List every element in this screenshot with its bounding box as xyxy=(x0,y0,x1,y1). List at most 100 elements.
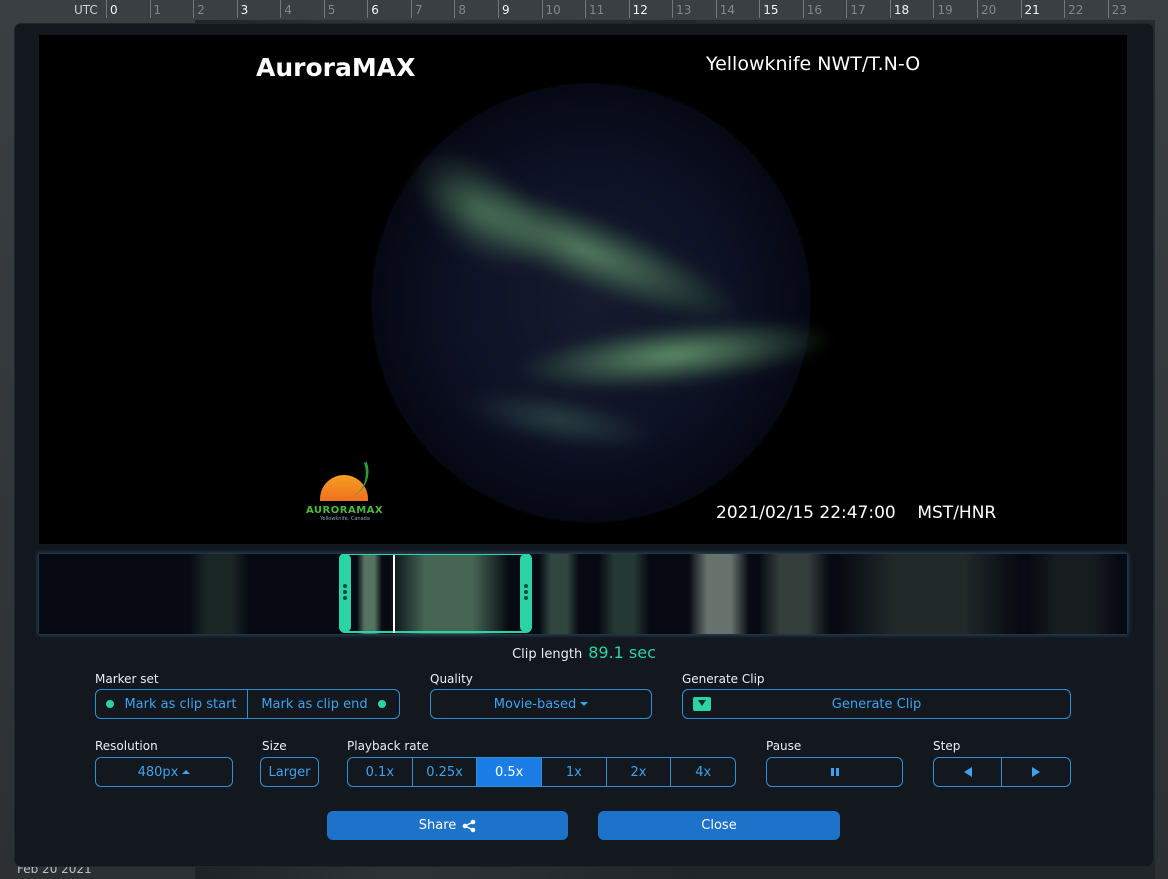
mark-clip-end-button[interactable]: Mark as clip end xyxy=(248,690,399,718)
keogram-aurora-streak xyxy=(1029,554,1119,634)
resolution-value: 480px xyxy=(137,764,179,780)
utc-hour-label: 17 xyxy=(850,3,866,17)
step-back-button[interactable] xyxy=(934,758,1002,786)
utc-hour-tick: 1 xyxy=(149,0,161,18)
utc-hour-label: 7 xyxy=(414,3,423,17)
step-group xyxy=(933,757,1071,787)
utc-hour-label: 11 xyxy=(589,3,605,17)
rate-1x-button[interactable]: 1x xyxy=(542,758,607,786)
step-back-icon xyxy=(963,767,972,777)
utc-hour-tick: 11 xyxy=(585,0,604,18)
utc-hour-label: 12 xyxy=(632,3,648,17)
keogram-aurora-streak xyxy=(599,554,649,634)
share-button[interactable]: Share xyxy=(327,811,568,840)
utc-hour-tick: 14 xyxy=(715,0,735,18)
utc-hour-tick: 10 xyxy=(541,0,561,18)
logo-text: AURORAMAX xyxy=(306,505,384,516)
utc-hour-label: 5 xyxy=(327,3,336,17)
generate-clip-button[interactable]: Generate Clip xyxy=(682,689,1071,719)
utc-hour-label: 23 xyxy=(1111,3,1127,17)
marker-set-label: Marker set xyxy=(95,672,159,686)
utc-hour-label: 15 xyxy=(763,3,779,17)
clip-start-handle[interactable] xyxy=(339,554,351,632)
rate-0-5x-button[interactable]: 0.5x xyxy=(477,758,543,786)
keogram-aurora-streak xyxy=(689,554,749,634)
resolution-dropdown[interactable]: 480px xyxy=(95,757,233,787)
utc-hour-tick: 2 xyxy=(193,0,205,18)
utc-hour-tick: 7 xyxy=(410,0,422,18)
utc-hour-label: 9 xyxy=(501,3,510,17)
size-larger-button[interactable]: Larger xyxy=(260,757,319,787)
keogram-aurora-streak xyxy=(759,554,829,634)
utc-hour-label: 18 xyxy=(893,3,910,17)
share-icon xyxy=(462,819,476,832)
keogram-aurora-streak xyxy=(539,554,579,634)
clip-length-label: Clip length xyxy=(512,647,583,662)
rate-0-25x-button[interactable]: 0.25x xyxy=(413,758,478,786)
rate-0-1x-button[interactable]: 0.1x xyxy=(348,758,413,786)
utc-hour-label: 20 xyxy=(981,3,997,17)
step-label: Step xyxy=(933,739,961,753)
utc-hour-tick: 3 xyxy=(236,0,248,18)
utc-hour-tick: 22 xyxy=(1064,0,1083,18)
step-forward-button[interactable] xyxy=(1002,758,1070,786)
quality-value: Movie-based xyxy=(493,696,577,712)
viewer-timestamp: 2021/02/15 22:47:00 MST/HNR xyxy=(716,503,997,523)
close-button[interactable]: Close xyxy=(598,811,840,840)
clip-selection-window[interactable] xyxy=(339,554,532,633)
playback-rate-group: 0.1x 0.25x 0.5x 1x 2x 4x xyxy=(347,757,736,787)
utc-hour-tick: 23 xyxy=(1107,0,1127,18)
keogram-aurora-streak xyxy=(839,554,1019,634)
pause-button[interactable] xyxy=(766,757,903,787)
playhead[interactable] xyxy=(393,555,395,633)
utc-hour-label: 8 xyxy=(458,3,467,17)
utc-hour-label: 14 xyxy=(719,3,735,17)
caret-down-icon xyxy=(580,702,589,706)
download-icon xyxy=(693,697,711,711)
utc-hour-tick: 18 xyxy=(889,0,909,18)
rate-2x-button[interactable]: 2x xyxy=(607,758,672,786)
viewer-title: AuroraMAX xyxy=(256,53,416,82)
utc-hour-label: 4 xyxy=(284,3,292,17)
utc-hour-label: 3 xyxy=(240,3,249,17)
utc-hour-tick: 4 xyxy=(280,0,292,18)
playback-rate-label: Playback rate xyxy=(347,739,429,753)
utc-hour-label: 2 xyxy=(197,3,205,17)
rate-4x-button[interactable]: 4x xyxy=(671,758,735,786)
utc-hour-tick: 15 xyxy=(759,0,779,18)
logo-subtext: Yellowknife, Canada xyxy=(320,516,370,522)
utc-hour-label: 13 xyxy=(676,3,692,17)
logo-swoosh xyxy=(322,461,377,505)
share-button-label: Share xyxy=(418,818,457,833)
utc-hour-tick: 20 xyxy=(977,0,996,18)
step-forward-icon xyxy=(1032,767,1040,777)
marker-set-group: Mark as clip start Mark as clip end xyxy=(95,689,400,719)
clip-length: Clip length 89.1 sec xyxy=(0,643,1168,662)
mark-clip-start-button[interactable]: Mark as clip start xyxy=(96,690,248,718)
mark-clip-end-label: Mark as clip end xyxy=(261,696,368,712)
generate-clip-button-label: Generate Clip xyxy=(831,696,922,712)
resolution-label: Resolution xyxy=(95,739,158,753)
clip-end-handle[interactable] xyxy=(520,554,532,632)
end-marker-icon xyxy=(377,700,386,708)
aurora-viewer: AuroraMAX Yellowknife NWT/T.N-O 2021/02/… xyxy=(39,35,1127,544)
utc-ruler: UTC 0 1 2 3 4 5 6 7 8 9 10 11 12 13 14 15 16 17 18 19 20 21 22… xyxy=(0,0,1168,20)
quality-label: Quality xyxy=(430,672,473,686)
utc-label: UTC xyxy=(74,3,98,17)
utc-hour-label: 19 xyxy=(937,3,953,17)
utc-hour-tick: 8 xyxy=(454,0,466,18)
utc-hour-tick: 12 xyxy=(628,0,648,18)
utc-hour-tick: 9 xyxy=(497,0,510,18)
utc-hour-label: 21 xyxy=(1024,3,1040,17)
keogram-timeline[interactable] xyxy=(39,554,1127,634)
generate-clip-label: Generate Clip xyxy=(682,672,765,686)
utc-hour-tick: 16 xyxy=(802,0,822,18)
quality-dropdown[interactable]: Movie-based xyxy=(430,689,652,719)
clip-length-value: 89.1 sec xyxy=(588,643,656,662)
keogram-aurora-streak xyxy=(189,554,249,634)
utc-hour-tick: 0 xyxy=(106,0,118,18)
utc-hour-tick: 5 xyxy=(323,0,335,18)
caret-up-icon xyxy=(182,770,191,774)
utc-hour-label: 10 xyxy=(545,3,561,17)
pause-label: Pause xyxy=(766,739,802,753)
